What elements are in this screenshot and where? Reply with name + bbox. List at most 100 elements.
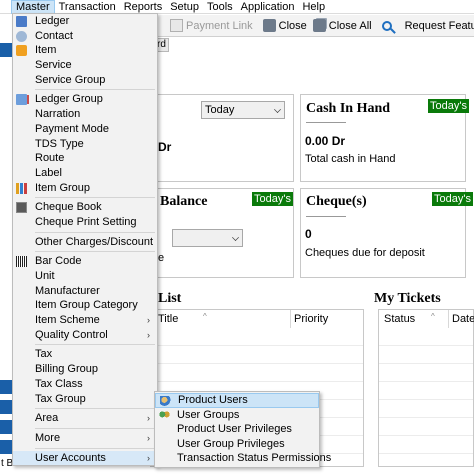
menu-item-service-group[interactable]: Service Group (13, 73, 157, 88)
menu-item-tax[interactable]: Tax (13, 347, 157, 362)
menu-separator (35, 251, 155, 253)
close-all-label: Close All (328, 19, 372, 32)
menu-item-more[interactable]: More › (13, 431, 157, 446)
my-tickets-column-date[interactable]: Date (449, 310, 474, 328)
menu-item-cheque-book[interactable]: Cheque Book (13, 200, 157, 215)
item-icon (16, 45, 27, 57)
cash-in-hand-value: 0.00 Dr (305, 134, 346, 148)
contact-icon (16, 30, 27, 42)
chevron-right-icon: › (147, 329, 150, 340)
date-filter-select[interactable]: Today (201, 101, 285, 119)
cash-in-hand-badge: Today's (428, 99, 469, 113)
chevron-right-icon: › (147, 432, 150, 443)
menu-item-item-scheme[interactable]: Item Scheme › (13, 313, 157, 328)
close-all-icon (312, 19, 326, 32)
menu-item-area[interactable]: Area › (13, 411, 157, 426)
left-sidebar-strip (0, 15, 12, 476)
submenu-item-label: User Group Privileges (177, 437, 285, 450)
menu-item-label: Label (35, 166, 62, 179)
menu-item-label: Cheque Print Setting (35, 215, 137, 228)
menu-item-billing-group[interactable]: Billing Group (13, 362, 157, 377)
my-tickets-grid[interactable]: Status ^ Date (378, 309, 474, 467)
group-icon (16, 94, 27, 106)
menu-item-user-accounts[interactable]: User Accounts › (13, 450, 157, 466)
sidebar-tab[interactable] (0, 400, 12, 414)
close-button[interactable]: Close (260, 16, 310, 36)
menu-master[interactable]: Master (11, 0, 55, 14)
menu-separator (35, 427, 155, 429)
menu-reports[interactable]: Reports (120, 0, 167, 14)
menu-item-narration[interactable]: Narration (13, 107, 157, 122)
my-tickets-column-status[interactable]: Status ^ (379, 310, 449, 328)
menu-item-label[interactable]: Label (13, 166, 157, 181)
search-icon (381, 20, 392, 31)
submenu-item-label: Product User Privileges (177, 423, 292, 436)
menu-item-tax-group[interactable]: Tax Group (13, 392, 157, 407)
payment-link-button[interactable]: Payment Link (167, 16, 256, 36)
menu-item-label: Manufacturer (35, 284, 100, 297)
submenu-item-user-groups[interactable]: User Groups (155, 408, 319, 423)
menu-item-label: Contact (35, 29, 73, 42)
list-column-priority[interactable]: Priority (291, 310, 365, 328)
menu-item-label: Billing Group (35, 363, 98, 376)
menu-item-unit[interactable]: Unit (13, 269, 157, 284)
menu-item-quality-control[interactable]: Quality Control › (13, 328, 157, 343)
menu-help[interactable]: Help (298, 0, 329, 14)
request-feature-label: Request Feature (404, 19, 474, 32)
submenu-item-product-user-privileges[interactable]: Product User Privileges (155, 422, 319, 437)
menu-item-contact[interactable]: Contact (13, 29, 157, 44)
menu-application[interactable]: Application (237, 0, 299, 14)
sidebar-tab[interactable] (0, 380, 12, 394)
menu-item-label: Route (35, 152, 65, 165)
menu-item-label: TDS Type (35, 137, 84, 150)
sidebar-tab[interactable] (0, 43, 12, 57)
ledger-icon (16, 16, 27, 27)
menu-separator (35, 408, 155, 410)
menu-item-ledger-group[interactable]: Ledger Group (13, 92, 157, 107)
list-column-title[interactable]: Title ^ (151, 310, 291, 328)
menu-item-other-charges-discount[interactable]: Other Charges/Discount (13, 235, 157, 250)
menu-item-label: Unit (35, 270, 55, 282)
menu-tools[interactable]: Tools (203, 0, 237, 14)
menu-item-tds-type[interactable]: TDS Type (13, 137, 157, 152)
request-feature-button[interactable]: Request Feature (402, 16, 474, 36)
menu-item-ledger[interactable]: Ledger (13, 14, 157, 29)
menu-item-payment-mode[interactable]: Payment Mode (13, 122, 157, 137)
menu-item-item-group-category[interactable]: Item Group Category (13, 298, 157, 313)
menu-item-service[interactable]: Service (13, 58, 157, 73)
menu-item-manufacturer[interactable]: Manufacturer (13, 284, 157, 299)
submenu-item-product-users[interactable]: Product Users (155, 393, 319, 408)
list-column-priority-label: Priority (294, 313, 329, 325)
cheques-title: Cheque(s) (306, 194, 367, 209)
sidebar-tab[interactable] (0, 440, 12, 454)
menu-item-bar-code[interactable]: Bar Code (13, 254, 157, 269)
menu-item-item[interactable]: Item (13, 43, 157, 58)
list-title: List (158, 291, 182, 306)
chevron-down-icon (232, 234, 239, 241)
search-button[interactable] (379, 16, 398, 36)
balance-filter-select[interactable] (172, 229, 243, 247)
sidebar-tab[interactable] (0, 420, 12, 434)
menu-transaction[interactable]: Transaction (55, 0, 120, 14)
submenu-item-user-group-privileges[interactable]: User Group Privileges (155, 437, 319, 452)
menu-item-label: Payment Mode (35, 122, 109, 135)
users-icon (160, 396, 171, 407)
cash-in-hand-desc: Total cash in Hand (305, 153, 396, 165)
menu-item-label: Item Group Category (35, 299, 138, 312)
close-all-button[interactable]: Close All (310, 16, 375, 36)
menu-separator (35, 344, 155, 346)
close-icon (262, 19, 276, 32)
menu-item-tax-class[interactable]: Tax Class (13, 377, 157, 392)
menu-setup[interactable]: Setup (166, 0, 203, 14)
user-groups-icon (159, 409, 170, 421)
menu-item-route[interactable]: Route (13, 151, 157, 166)
menu-item-label: Area (35, 412, 59, 425)
my-tickets-column-date-label: Date (452, 313, 474, 325)
menu-item-label: Quality Control (35, 328, 108, 341)
menu-item-item-group[interactable]: Item Group (13, 181, 157, 196)
payment-link-label: Payment Link (186, 19, 253, 32)
submenu-item-transaction-status-permissions[interactable]: Transaction Status Permissions (155, 451, 331, 466)
menu-item-cheque-print-setting[interactable]: Cheque Print Setting (13, 215, 157, 230)
menu-item-label: Cheque Book (35, 201, 102, 214)
toolbar: Payment Link Close Close All Request Fea… (155, 15, 474, 37)
